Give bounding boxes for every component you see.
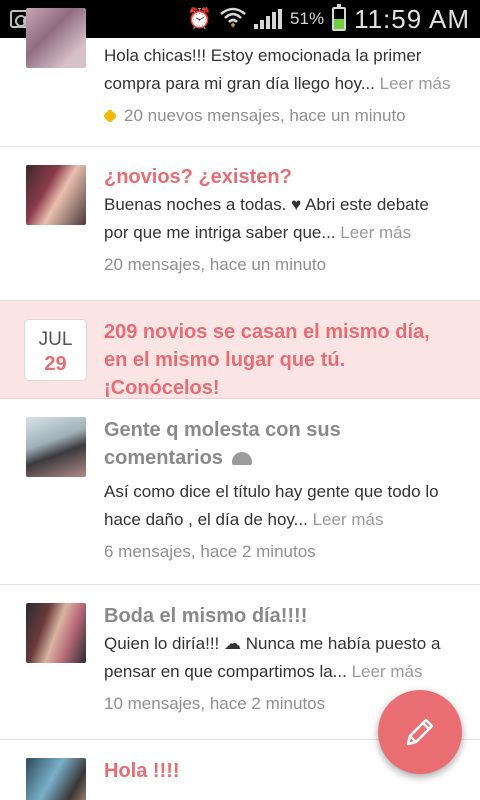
item-meta-text: 20 nuevos mensajes, hace un minuto — [124, 106, 406, 125]
clock: 11:59 AM — [354, 3, 470, 34]
item-meta: 6 mensajes, hace 2 minutos — [104, 542, 316, 561]
avatar — [26, 603, 86, 663]
avatar — [26, 8, 86, 68]
list-item[interactable]: ¿novios? ¿existen? Buenas noches a todas… — [0, 147, 480, 301]
list-item[interactable]: Hola chicas!!! Estoy emocionada la prime… — [0, 8, 480, 147]
item-excerpt: Así como dice el título hay gente que to… — [104, 482, 439, 529]
item-meta: 20 nuevos mensajes, hace un minuto — [102, 102, 458, 130]
alarm-icon: ⏰ — [187, 8, 213, 30]
item-meta: 20 mensajes, hace un minuto — [104, 255, 327, 274]
compose-button[interactable] — [378, 690, 462, 774]
calendar-icon: JUL 29 — [24, 319, 87, 381]
item-title: Boda el mismo día!!!! — [104, 605, 308, 627]
read-more-link[interactable]: Leer más — [313, 510, 384, 529]
item-title: Gente q molesta con sus comentarios — [104, 419, 341, 469]
item-excerpt-container: Hola chicas!!! Estoy emocionada la prime… — [104, 42, 458, 98]
item-title-container: Gente q molesta con sus comentarios — [104, 416, 458, 472]
wifi-icon — [220, 6, 246, 32]
promo-banner[interactable]: JUL 29 209 novios se casan el mismo día,… — [0, 301, 480, 399]
battery-icon — [332, 4, 347, 31]
read-more-link[interactable]: Leer más — [340, 223, 411, 242]
avatar — [26, 758, 86, 800]
promo-text: 209 novios se casan el mismo día, en el … — [104, 321, 430, 399]
item-title: ¿novios? ¿existen? — [104, 166, 292, 188]
read-more-link[interactable]: Leer más — [352, 662, 423, 681]
read-more-link[interactable]: Leer más — [380, 74, 451, 93]
new-badge-icon — [102, 108, 118, 124]
avatar — [26, 417, 86, 477]
pencil-icon — [406, 718, 434, 746]
avatar — [26, 165, 86, 225]
calendar-day: 29 — [44, 353, 67, 375]
battery-percent: 51% — [290, 9, 325, 28]
item-excerpt-container: Buenas noches a todas. ♥ Abri este debat… — [104, 191, 458, 247]
calendar-month: JUL — [38, 329, 73, 350]
android-emoji-icon — [229, 448, 255, 466]
item-excerpt: Hola chicas!!! Estoy emocionada la prime… — [104, 46, 422, 93]
item-excerpt-container: Quien lo diría!!! ☁ Nunca me había puest… — [104, 630, 458, 686]
discussion-list: Hola chicas!!! Estoy emocionada la prime… — [0, 8, 480, 800]
item-excerpt-container: Así como dice el título hay gente que to… — [104, 478, 458, 534]
list-item[interactable]: Gente q molesta con sus comentarios Así … — [0, 399, 480, 585]
signal-icon — [254, 9, 283, 29]
